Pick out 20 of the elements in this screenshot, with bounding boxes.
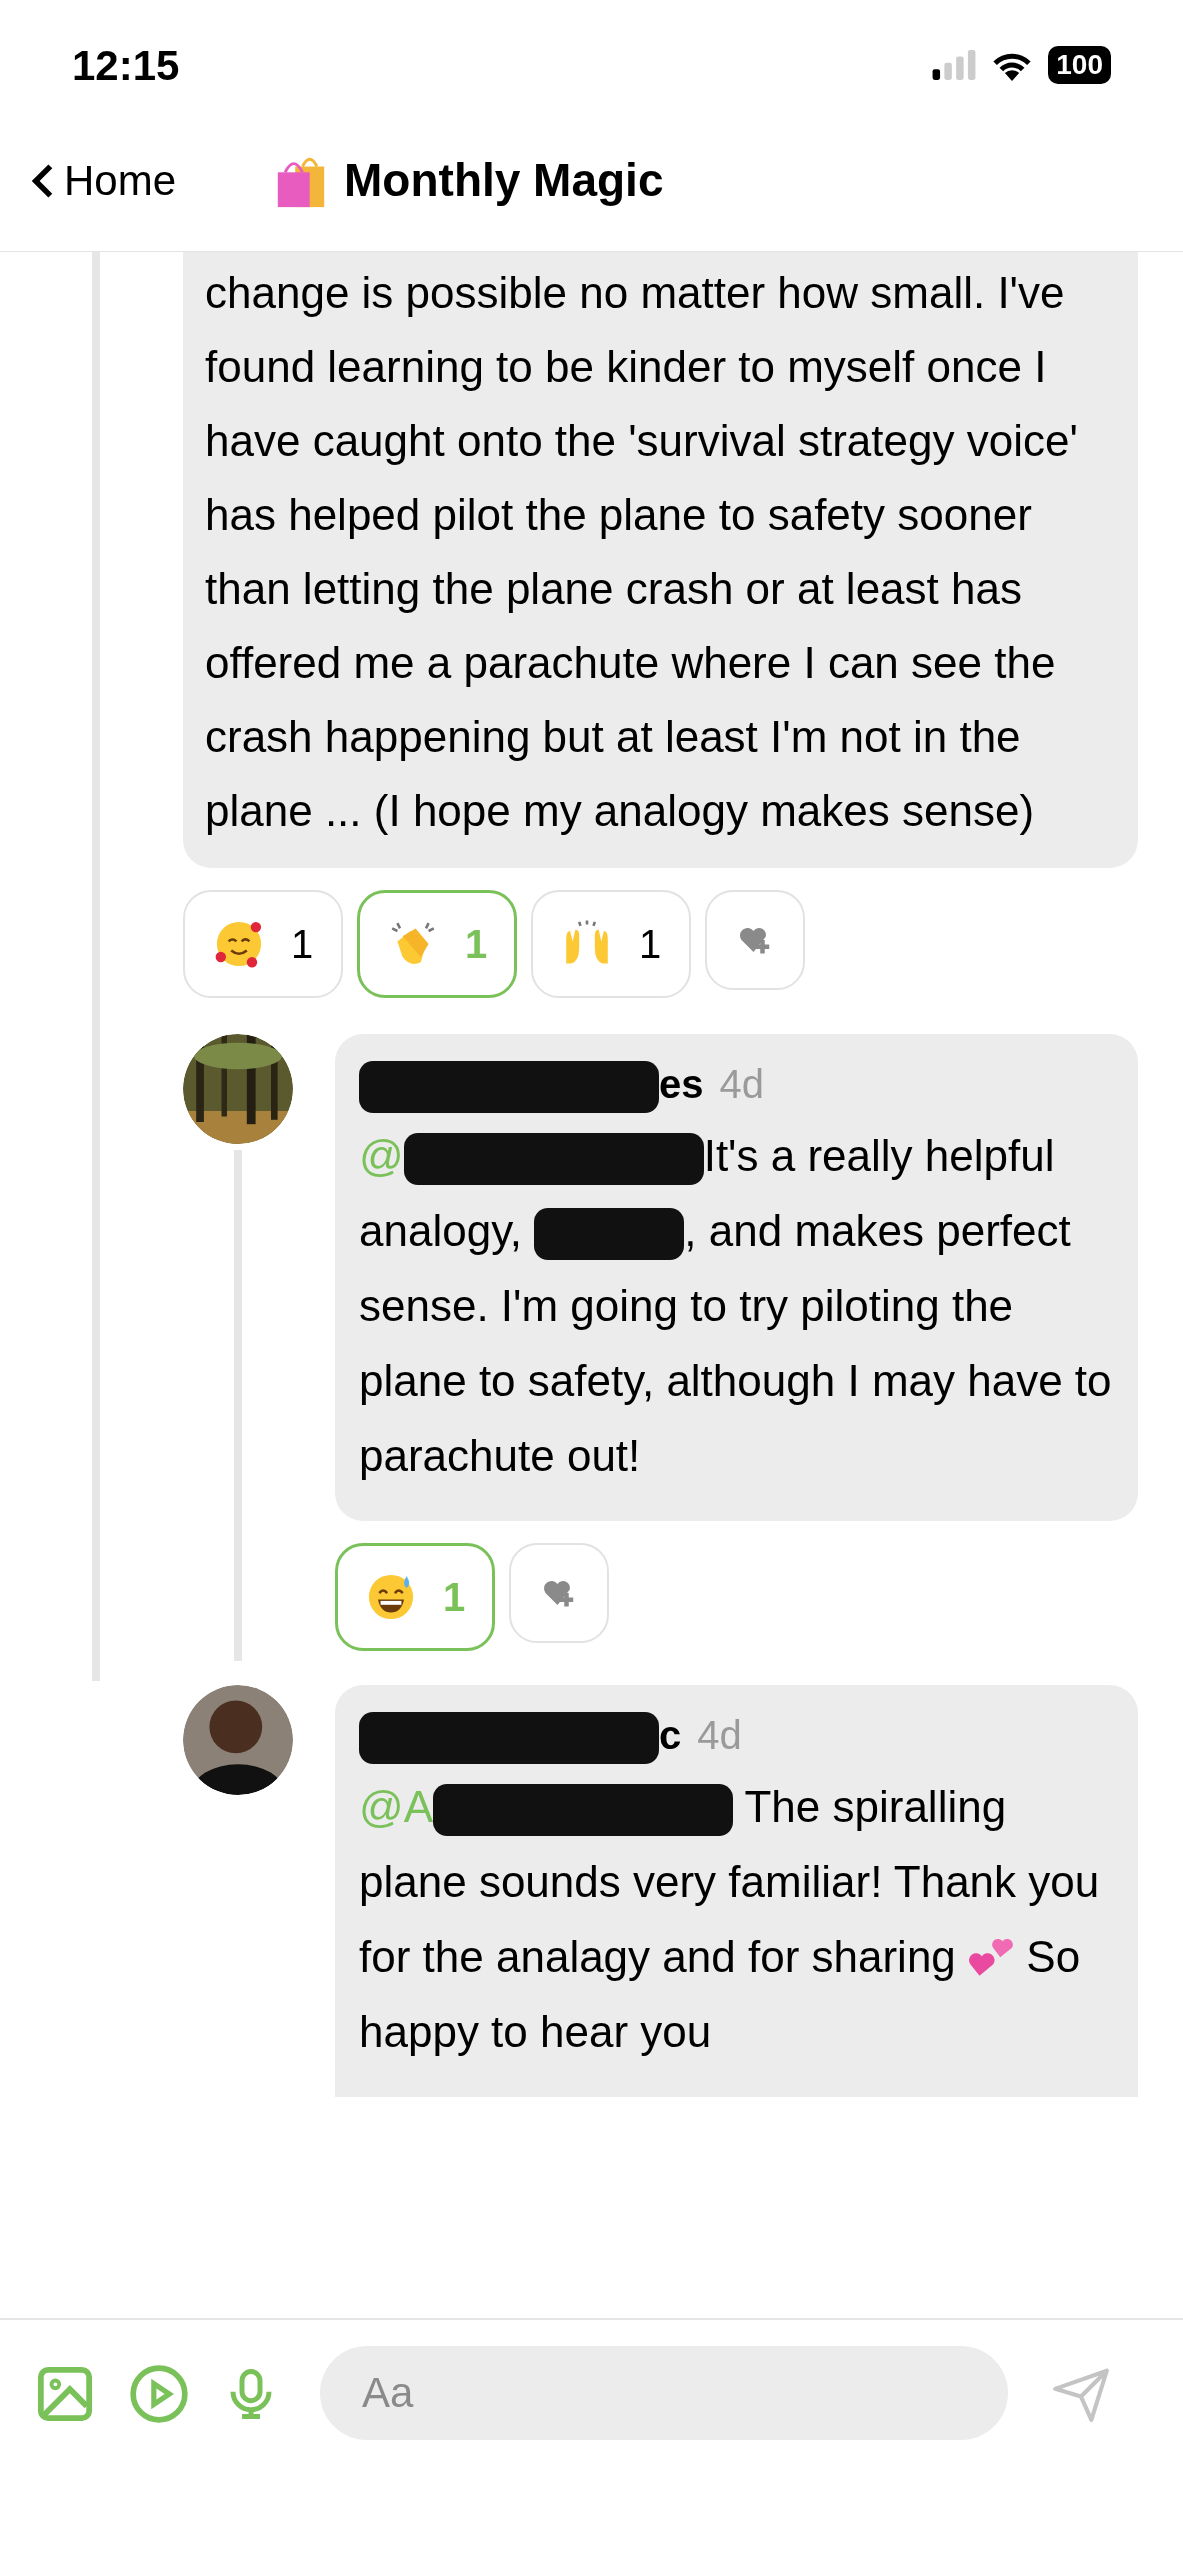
message-input[interactable]: Aa	[320, 2346, 1008, 2440]
image-icon	[36, 2365, 94, 2423]
back-button[interactable]: Home	[32, 149, 177, 212]
author-name: es	[359, 1054, 704, 1114]
reaction-chip[interactable]: 1	[531, 890, 691, 998]
comment-text: @ It's a really helpful analogy, , and makes perfect sense. I'm going to try piloting the plane to safety, although I may have to parachute out!	[359, 1130, 1113, 1482]
battery-indicator: 100	[1048, 46, 1111, 84]
author-name: c	[359, 1705, 682, 1765]
status-time: 12:15	[72, 40, 180, 91]
add-reaction-button[interactable]	[705, 890, 805, 990]
signal-icon	[932, 50, 977, 80]
play-icon	[128, 2363, 190, 2425]
reaction-chip[interactable]: 1	[183, 890, 343, 998]
comment-text: change is possible no matter how small. I've found learning to be kinder to myself once I have caught onto the 'survival strategy voice' has helped pilot the plane to safety sooner than letting the plane crash or at least has offered me a parachute where I can see the crash happening but at least I'm not in the plane ... (I hope my analogy makes sense)	[205, 267, 1079, 837]
timestamp: 4d	[697, 1712, 742, 1759]
page-title: Monthly Magic	[344, 153, 664, 208]
chevron-left-icon	[32, 161, 54, 200]
comment-text: @A The spiralling plane sounds very familiar! Thank you for the analagy and for sharing So happy to hear you	[359, 1781, 1101, 2058]
add-reaction-button[interactable]	[509, 1543, 609, 1643]
timestamp: 4d	[719, 1061, 764, 1108]
